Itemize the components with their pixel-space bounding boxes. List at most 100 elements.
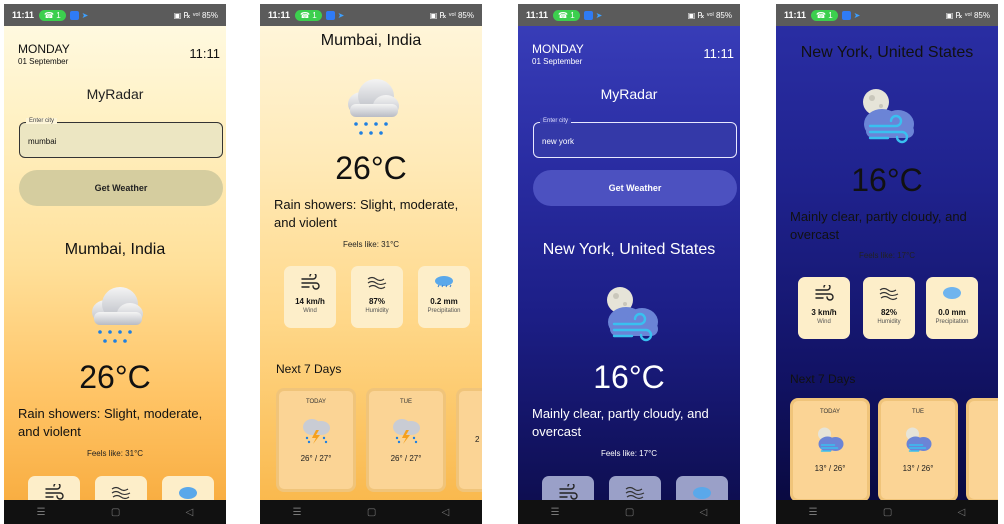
humidity-icon: [879, 287, 899, 301]
humidity-label: Humidity: [877, 319, 901, 325]
windy-night-icon: [881, 425, 955, 460]
android-nav-bar: ☰ ▢ ◁: [4, 500, 226, 524]
precipitation-label: Precipitation: [935, 319, 969, 325]
android-nav-bar: ☰ ▢ ◁: [260, 500, 482, 524]
precipitation-icon: [943, 287, 961, 299]
temperature: 26°C: [335, 150, 407, 186]
location-icon: ➤: [337, 10, 345, 20]
status-time: 11:11: [268, 10, 291, 20]
temperature: 26°C: [79, 359, 151, 395]
date-label: 01 September: [532, 57, 583, 66]
message-icon: [325, 10, 335, 20]
back-button[interactable]: ◁: [958, 507, 966, 518]
day-label: MONDAY: [18, 42, 70, 56]
humidity-card: 82% Humidity: [863, 277, 915, 339]
day-card-partial[interactable]: [966, 398, 998, 502]
humidity-card: 87% Humidity: [351, 266, 403, 328]
windy-night-icon: [598, 282, 664, 353]
day-temp-range: 2: [475, 435, 480, 444]
day-card-today[interactable]: TODAY 13° / 26°: [790, 398, 870, 502]
phone-newyork-input: 11:11 ☎ 1 ➤ ▣ ℞ ᵛᵒˡ 85% MONDAY 01 Septem…: [518, 4, 740, 524]
wind-card: 3 km/h Wind: [798, 277, 850, 339]
day-card-partial[interactable]: 2: [456, 388, 482, 492]
message-icon: [69, 10, 79, 20]
clock-label: 11:11: [703, 46, 734, 61]
wind-icon: [45, 482, 64, 500]
day-label: MONDAY: [532, 42, 584, 56]
status-right-icons: ▣ ℞ ᵛᵒˡ 85%: [945, 10, 990, 20]
weather-description: Rain showers: Slight, moderate, and viol…: [274, 197, 459, 230]
location-icon: ➤: [595, 10, 603, 20]
back-button[interactable]: ◁: [700, 507, 708, 518]
humidity-icon: [367, 276, 387, 290]
clock-label: 11:11: [189, 46, 220, 61]
day-card-tue[interactable]: TUE 26° / 27°: [366, 388, 446, 492]
back-button[interactable]: ◁: [442, 507, 450, 518]
feels-like: Feels like: 17°C: [600, 449, 658, 458]
windy-night-icon: [854, 84, 920, 155]
temperature: 16°C: [851, 162, 923, 198]
wind-icon: [301, 272, 320, 290]
location-icon: ➤: [81, 10, 89, 20]
thunderstorm-icon: [369, 415, 443, 450]
city-input-label: Enter city: [540, 118, 572, 124]
recent-apps-button[interactable]: ☰: [37, 507, 46, 518]
home-button[interactable]: ▢: [111, 507, 120, 518]
wind-icon: [559, 482, 578, 500]
call-badge: ☎ 1: [295, 9, 322, 21]
status-time: 11:11: [526, 10, 549, 20]
day-card-tue[interactable]: TUE 13° / 26°: [878, 398, 958, 502]
wind-value: 3 km/h: [811, 308, 837, 317]
feels-like: Feels like: 17°C: [858, 251, 916, 260]
weather-description: Mainly clear, partly cloudy, and overcas…: [532, 406, 709, 439]
city-input-value[interactable]: new york: [542, 137, 574, 146]
call-badge: ☎ 1: [39, 9, 66, 21]
city-name: New York, United States: [800, 44, 974, 61]
city-input[interactable]: Enter city mumbai: [19, 118, 223, 158]
day-temp-range: 13° / 26°: [814, 464, 846, 473]
feels-like: Feels like: 31°C: [342, 240, 400, 249]
status-time: 11:11: [12, 10, 35, 20]
city-name: New York, United States: [542, 241, 716, 258]
day-card-today[interactable]: TODAY 26° / 27°: [276, 388, 356, 492]
home-button[interactable]: ▢: [625, 507, 634, 518]
back-button[interactable]: ◁: [186, 507, 194, 518]
precipitation-value: 0.2 mm: [430, 297, 458, 306]
precipitation-card: 0.0 mm Precipitation: [926, 277, 978, 339]
get-weather-button[interactable]: Get Weather: [533, 170, 737, 206]
status-right-icons: ▣ ℞ ᵛᵒˡ 85%: [173, 10, 218, 20]
recent-apps-button[interactable]: ☰: [809, 507, 818, 518]
precipitation-icon: [179, 487, 197, 499]
wind-label: Wind: [817, 319, 831, 325]
wind-card: 14 km/h Wind: [284, 266, 336, 328]
wind-label: Wind: [303, 308, 317, 314]
day-temp-range: 13° / 26°: [902, 464, 934, 473]
precipitation-value: 0.0 mm: [938, 308, 966, 317]
recent-apps-button[interactable]: ☰: [551, 507, 560, 518]
phone-newyork-scrolled: 11:11 ☎ 1 ➤ ▣ ℞ ᵛᵒˡ 85% New York, United…: [776, 4, 998, 524]
call-badge: ☎ 1: [811, 9, 838, 21]
city-input-value[interactable]: mumbai: [28, 137, 56, 146]
screenshot-stage: 11:11 ☎ 1 ➤ ▣ ℞ ᵛᵒˡ 85% MONDAY 01 Septem…: [0, 0, 1004, 524]
next-7-days-title: Next 7 Days: [790, 372, 856, 386]
rain-cloud-icon: [84, 284, 148, 357]
precipitation-card: 0.2 mm Precipitation: [418, 266, 470, 328]
windy-night-icon: [793, 425, 867, 460]
status-bar: 11:11 ☎ 1 ➤ ▣ ℞ ᵛᵒˡ 85%: [518, 4, 740, 26]
get-weather-button[interactable]: Get Weather: [19, 170, 223, 206]
android-nav-bar: ☰ ▢ ◁: [776, 500, 998, 524]
wind-icon: [815, 283, 834, 301]
status-right-icons: ▣ ℞ ᵛᵒˡ 85%: [429, 10, 474, 20]
home-button[interactable]: ▢: [883, 507, 892, 518]
city-name: Mumbai, India: [64, 241, 166, 258]
city-input[interactable]: Enter city new york: [533, 118, 737, 158]
temperature: 16°C: [593, 359, 665, 395]
wind-value: 14 km/h: [295, 297, 325, 306]
weather-description: Rain showers: Slight, moderate, and viol…: [18, 406, 203, 439]
date-label: 01 September: [18, 57, 69, 66]
recent-apps-button[interactable]: ☰: [293, 507, 302, 518]
feels-like: Feels like: 31°C: [86, 449, 144, 458]
home-button[interactable]: ▢: [367, 507, 376, 518]
app-title: MyRadar: [86, 86, 144, 102]
day-temp-range: 26° / 27°: [390, 454, 422, 463]
